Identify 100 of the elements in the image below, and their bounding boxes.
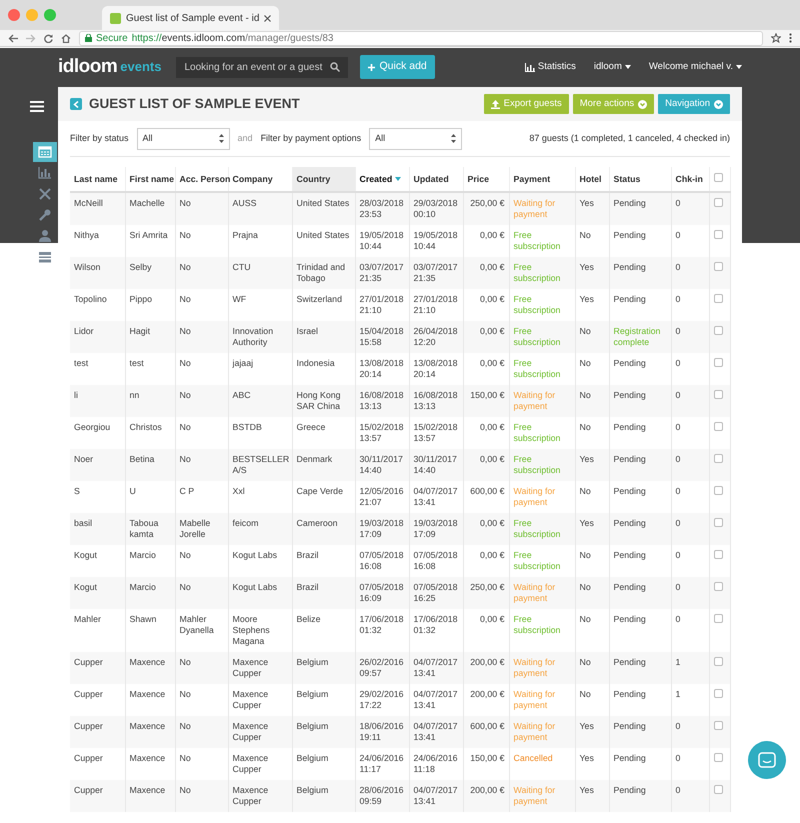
reload-icon[interactable] (44, 34, 53, 42)
table-cell: Pending (609, 780, 671, 812)
table-cell: Maxence Cupper (228, 652, 292, 684)
chevron-down-icon (714, 100, 723, 108)
table-cell: 150,00 € (463, 385, 509, 417)
star-icon[interactable] (771, 33, 781, 43)
window-control-icon[interactable] (8, 9, 20, 21)
table-cell: Taboua kamta (125, 513, 175, 545)
table-cell: Belgium (292, 652, 355, 684)
chat-button[interactable] (748, 741, 786, 779)
table-cell: Belgium (292, 716, 355, 748)
payment-select[interactable]: All (369, 128, 462, 150)
table-cell: 16/08/2018 13:13 (355, 385, 409, 417)
search-field[interactable]: Looking for an event or a guest (176, 56, 348, 78)
row-checkbox[interactable] (714, 230, 722, 239)
row-checkbox[interactable] (714, 518, 722, 527)
row-checkbox[interactable] (714, 326, 722, 335)
table-cell: United States (292, 192, 355, 225)
table-cell: basil (70, 513, 125, 545)
table-cell: No (575, 321, 609, 353)
row-checkbox[interactable] (714, 390, 722, 399)
table-cell: 0 (671, 780, 709, 812)
table-cell: No (175, 192, 228, 225)
back-arrow-icon[interactable] (8, 34, 18, 42)
window-control-icon[interactable] (44, 9, 56, 21)
row-checkbox[interactable] (714, 294, 722, 303)
row-checkbox[interactable] (714, 582, 722, 591)
table-cell: Selby (125, 257, 175, 289)
more-vertical-icon[interactable] (789, 33, 792, 43)
forward-arrow-icon[interactable] (26, 34, 36, 42)
updown-caret-icon (451, 134, 456, 143)
table-cell: 0 (671, 513, 709, 545)
bar-chart-icon[interactable] (38, 166, 52, 180)
window-control-icon[interactable] (26, 9, 38, 21)
table-cell: Marcio (125, 577, 175, 609)
table-cell: Israel (292, 321, 355, 353)
table-cell: 250,00 € (463, 192, 509, 225)
guest-summary: 87 guests (1 completed, 1 canceled, 4 checked in) (529, 132, 730, 145)
table-cell: Innovation Authority (228, 321, 292, 353)
table-cell: Pending (609, 449, 671, 481)
table-cell: Denmark (292, 449, 355, 481)
column-header[interactable]: Country (292, 167, 355, 192)
row-checkbox[interactable] (714, 422, 722, 431)
table-cell: 28/06/2016 09:59 (355, 780, 409, 812)
table-cell: Pending (609, 385, 671, 417)
user-icon[interactable] (38, 229, 52, 243)
address-bar[interactable]: Secure https://events.idloom.com/manager/guests/83 (79, 30, 763, 46)
table-cell: Maxence (125, 716, 175, 748)
nav-link[interactable]: idloom (594, 60, 631, 74)
select-all-checkbox[interactable] (714, 173, 722, 182)
row-checkbox[interactable] (714, 262, 722, 271)
table-cell: Waiting for payment (509, 716, 575, 748)
page-title: GUEST LIST OF SAMPLE EVENT (89, 96, 301, 112)
table-cell: 0,00 € (463, 321, 509, 353)
table-cell: Belgium (292, 780, 355, 812)
table-cell: 19/03/2018 17:09 (409, 513, 463, 545)
table-cell: Machelle (125, 192, 175, 225)
row-checkbox[interactable] (714, 358, 722, 367)
calendar-icon[interactable] (38, 145, 52, 159)
table-cell: Yes (575, 780, 609, 812)
table-cell: Wilson (70, 257, 125, 289)
table-cell: Pending (609, 513, 671, 545)
nav-link[interactable]: Statistics (524, 60, 576, 74)
table-cell: Yes (575, 257, 609, 289)
list-icon[interactable] (38, 250, 52, 264)
wrench-icon[interactable] (38, 208, 52, 222)
row-checkbox[interactable] (714, 486, 722, 495)
close-icon[interactable] (264, 14, 272, 22)
brand-logo[interactable]: idloom (58, 52, 118, 82)
table-cell: Cupper (70, 716, 125, 748)
table-cell: No (175, 780, 228, 812)
row-checkbox[interactable] (714, 454, 722, 463)
row-checkbox[interactable] (714, 721, 722, 730)
row-checkbox[interactable] (714, 785, 722, 794)
row-checkbox[interactable] (714, 657, 722, 666)
menu-icon[interactable] (30, 101, 44, 112)
row-checkbox[interactable] (714, 198, 722, 207)
product-name: events (120, 58, 162, 76)
filter-joiner: and (238, 132, 253, 145)
table-cell: No (175, 257, 228, 289)
row-checkbox[interactable] (714, 614, 722, 623)
table-cell: Pending (609, 716, 671, 748)
nav-link[interactable]: Welcome michael v. (648, 60, 742, 74)
browser-tab[interactable]: Guest list of Sample event - id (102, 6, 280, 30)
table-cell: 250,00 € (463, 577, 509, 609)
row-checkbox[interactable] (714, 689, 722, 698)
table-cell: Pending (609, 652, 671, 684)
table-cell: 26/04/2018 12:20 (409, 321, 463, 353)
caret-icon (624, 65, 631, 69)
row-checkbox[interactable] (714, 550, 722, 559)
table-cell: 0 (671, 716, 709, 748)
table-cell: Maxence (125, 780, 175, 812)
status-select[interactable]: All (136, 128, 230, 150)
sort-arrow-icon (395, 177, 402, 182)
home-icon[interactable] (61, 34, 71, 42)
caret-icon (736, 65, 742, 69)
table-cell: Pending (609, 577, 671, 609)
row-checkbox[interactable] (714, 753, 722, 762)
back-button[interactable] (70, 98, 82, 110)
table-cell: 0 (671, 321, 709, 353)
